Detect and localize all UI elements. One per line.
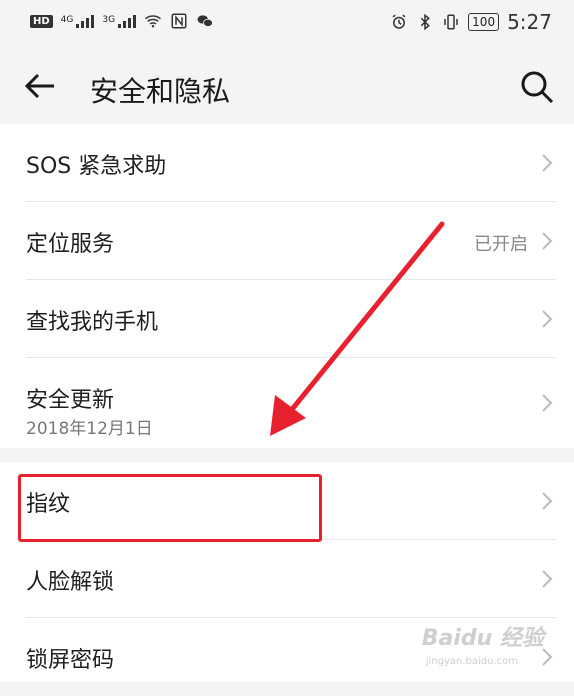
setting-label: 锁屏密码	[26, 648, 115, 673]
setting-label: 定位服务	[26, 232, 115, 257]
setting-label: 安全更新	[26, 388, 115, 413]
chevron-right-icon	[542, 492, 553, 510]
status-right: 100 5:27	[390, 10, 552, 34]
setting-item-sos[interactable]: SOS 紧急求助	[0, 124, 574, 202]
setting-item-find-phone[interactable]: 查找我的手机	[0, 280, 574, 358]
settings-group-1: SOS 紧急求助 定位服务 已开启 查找我的手机 安全更新 2018年12月1日	[0, 124, 574, 448]
status-bar: HD 4G 3G 100 5:27	[0, 0, 574, 44]
watermark-url: jingyan.baidu.com	[425, 656, 518, 667]
setting-status: 已开启	[474, 234, 528, 255]
battery-indicator: 100	[468, 13, 500, 31]
back-arrow-icon	[24, 73, 54, 99]
network-type-label: 3G	[102, 14, 116, 25]
setting-item-location[interactable]: 定位服务 已开启	[0, 202, 574, 280]
page-title: 安全和隐私	[90, 75, 231, 108]
wifi-icon	[145, 15, 162, 28]
alarm-icon	[392, 14, 406, 29]
search-icon	[521, 71, 554, 104]
vibrate-icon	[444, 14, 458, 30]
wechat-icon	[197, 15, 213, 27]
chevron-right-icon	[542, 154, 553, 172]
search-button[interactable]	[518, 68, 556, 106]
clock: 5:27	[507, 10, 552, 34]
setting-item-security-update[interactable]: 安全更新 2018年12月1日	[0, 358, 574, 448]
app-bar: 安全和隐私	[0, 44, 574, 124]
bluetooth-icon	[420, 13, 431, 31]
setting-subtitle: 2018年12月1日	[26, 419, 153, 439]
network-type-label: 4G	[60, 14, 74, 25]
chevron-right-icon	[542, 232, 553, 250]
setting-label: 指纹	[26, 492, 71, 517]
hd-badge: HD	[30, 14, 53, 28]
chevron-right-icon	[542, 570, 553, 588]
back-button[interactable]	[20, 66, 60, 106]
signal-4g-icon: 4G	[60, 14, 95, 28]
chevron-right-icon	[542, 310, 553, 328]
setting-item-fingerprint[interactable]: 指纹	[0, 462, 574, 540]
setting-item-face-unlock[interactable]: 人脸解锁	[0, 540, 574, 618]
watermark-logo: Baidu 经验	[421, 626, 544, 651]
status-left: HD 4G 3G	[30, 12, 214, 30]
chevron-right-icon	[542, 394, 553, 412]
setting-label: SOS 紧急求助	[26, 154, 167, 179]
setting-label: 人脸解锁	[26, 570, 115, 595]
setting-label: 查找我的手机	[26, 310, 159, 335]
signal-3g-icon: 3G	[102, 14, 137, 28]
nfc-icon	[171, 13, 187, 29]
